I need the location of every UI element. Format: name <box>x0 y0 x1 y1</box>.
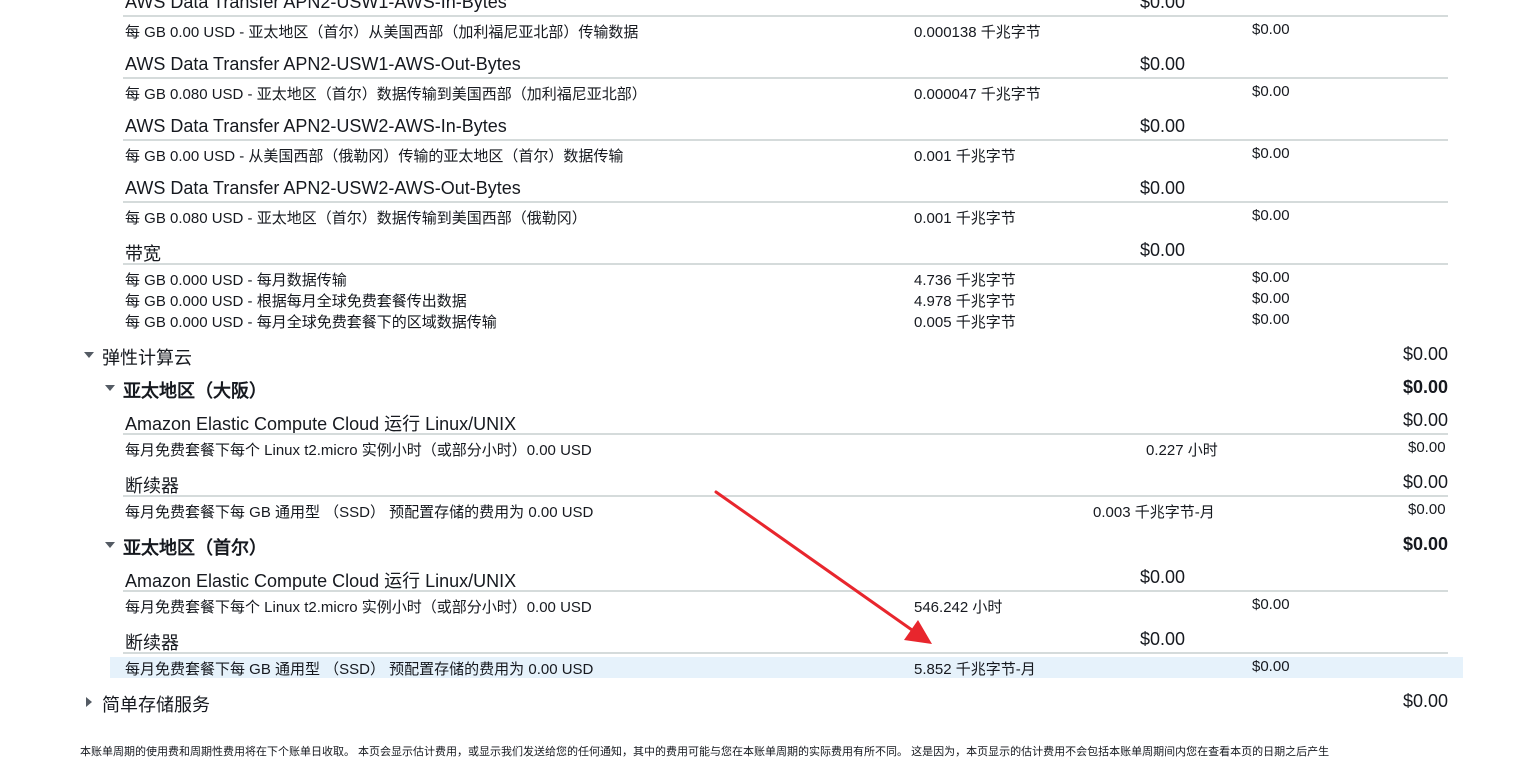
red-arrow-annotation <box>714 490 932 644</box>
